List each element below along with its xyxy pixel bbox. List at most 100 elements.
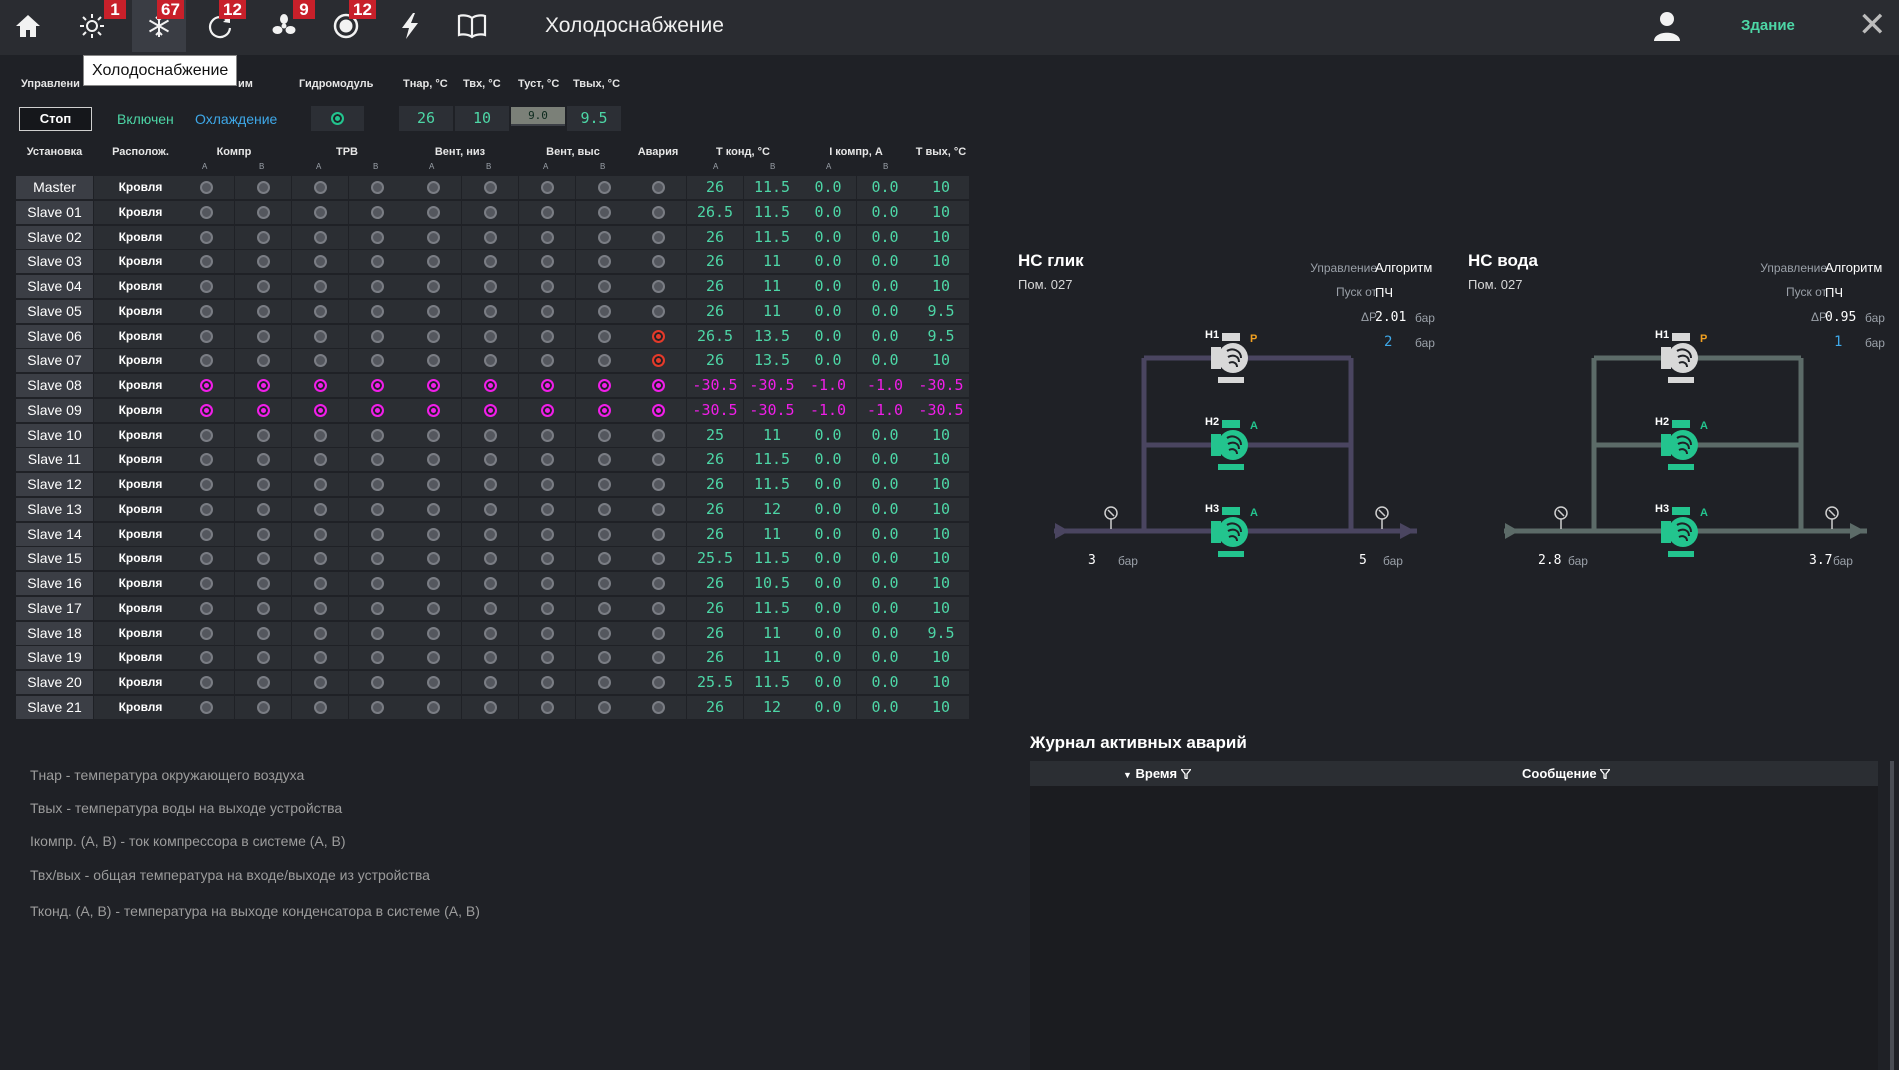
pump-1[interactable]: [1208, 333, 1254, 388]
nav-cooling[interactable]: 67: [132, 0, 186, 52]
station-room: Пом. 027: [1018, 277, 1073, 292]
table-row[interactable]: Slave 20 Кровля 25.5 11.5 0.0 0.0 10: [16, 671, 969, 694]
value-iA: 0.0: [800, 200, 856, 224]
table-row[interactable]: Slave 14 Кровля 26 11 0.0 0.0 10: [16, 522, 969, 546]
pump-icon: [1208, 420, 1254, 475]
table-row[interactable]: Slave 01 Кровля 26.5 11.5 0.0 0.0 10: [16, 200, 969, 224]
table-row[interactable]: Slave 03 Кровля 26 11 0.0 0.0 10: [16, 250, 969, 274]
fan-low-b-led: [483, 205, 497, 219]
building-link[interactable]: Здание: [1741, 17, 1795, 34]
unit-name[interactable]: Slave 13: [16, 497, 93, 521]
filter-icon[interactable]: [1598, 768, 1612, 781]
comp-a-led: [199, 552, 213, 566]
fan-high-b-led: [597, 527, 611, 541]
unit-name[interactable]: Slave 09: [16, 398, 93, 422]
pump-2[interactable]: [1208, 420, 1254, 475]
t-setpoint-input[interactable]: 9.0: [511, 107, 565, 126]
unit-name[interactable]: Slave 21: [16, 695, 93, 719]
fan-high-b-led-cell: [576, 398, 632, 422]
nav-fans[interactable]: 9: [262, 0, 315, 52]
alarm-led-cell: [630, 646, 686, 670]
pump-3[interactable]: [1208, 507, 1254, 562]
nav-power[interactable]: [388, 0, 432, 52]
subheader-a: A: [826, 162, 832, 171]
table-row[interactable]: Slave 09 Кровля -30.5 -30.5 -1.0 -1.0 -30.5: [16, 398, 969, 422]
table-row[interactable]: Slave 12 Кровля 26 11.5 0.0 0.0 10: [16, 473, 969, 496]
unit-name[interactable]: Slave 08: [16, 374, 93, 397]
fan-high-a-led-cell: [519, 324, 575, 348]
table-row[interactable]: Slave 15 Кровля 25.5 11.5 0.0 0.0 10: [16, 547, 969, 571]
sort-time-button[interactable]: ▼ Время: [1123, 766, 1193, 781]
comp-a-led: [199, 354, 213, 368]
table-row[interactable]: Slave 08 Кровля -30.5 -30.5 -1.0 -1.0 -30.5: [16, 374, 969, 397]
unit-name[interactable]: Slave 19: [16, 646, 93, 670]
nav-docs[interactable]: [450, 0, 494, 52]
unit-name[interactable]: Slave 11: [16, 448, 93, 472]
t-out-value: 9.5: [567, 106, 621, 131]
unit-name[interactable]: Slave 05: [16, 299, 93, 323]
alarm-led-cell: [630, 225, 686, 249]
control-label: Управление: [1760, 261, 1827, 275]
mode-text[interactable]: Охлаждение: [195, 111, 277, 127]
close-icon[interactable]: ✕: [1858, 6, 1887, 44]
unit-name[interactable]: Slave 03: [16, 250, 93, 274]
table-row[interactable]: Slave 04 Кровля 26 11 0.0 0.0 10: [16, 275, 969, 298]
pump-2[interactable]: [1658, 420, 1704, 475]
nav-home[interactable]: [6, 0, 50, 52]
unit-name[interactable]: Slave 14: [16, 522, 93, 546]
table-row[interactable]: Slave 02 Кровля 26 11.5 0.0 0.0 10: [16, 225, 969, 249]
fan-high-b-led: [597, 255, 611, 269]
fan-low-a-led: [426, 577, 440, 590]
unit-name[interactable]: Slave 04: [16, 275, 93, 298]
unit-name[interactable]: Slave 18: [16, 621, 93, 645]
filter-icon[interactable]: [1179, 768, 1193, 781]
value-tcB: -30.5: [744, 398, 800, 422]
t-in-header: Твх, °С: [463, 78, 501, 90]
table-row[interactable]: Slave 17 Кровля 26 11.5 0.0 0.0 10: [16, 596, 969, 620]
table-row[interactable]: Slave 21 Кровля 26 12 0.0 0.0 10: [16, 695, 969, 719]
table-row[interactable]: Slave 16 Кровля 26 10.5 0.0 0.0 10: [16, 572, 969, 595]
fan-low-b-led: [483, 502, 497, 516]
unit-name[interactable]: Slave 17: [16, 596, 93, 620]
alarm-led: [651, 379, 665, 392]
table-row[interactable]: Slave 13 Кровля 26 12 0.0 0.0 10: [16, 497, 969, 521]
nav-ventilation-cycle[interactable]: 12: [198, 0, 246, 52]
pump-1[interactable]: [1658, 333, 1704, 388]
unit-name[interactable]: Slave 10: [16, 423, 93, 447]
fan-low-a-led-cell: [405, 398, 461, 422]
unit-name[interactable]: Slave 16: [16, 572, 93, 595]
control-value[interactable]: Алгоритм: [1825, 260, 1882, 275]
unit-name[interactable]: Slave 07: [16, 349, 93, 373]
control-value[interactable]: Алгоритм: [1375, 260, 1432, 275]
unit-name[interactable]: Slave 15: [16, 547, 93, 571]
journal-scrollbar[interactable]: [1890, 761, 1894, 1070]
stop-button[interactable]: Стоп: [19, 107, 92, 131]
table-row[interactable]: Master Кровля 26 11.5 0.0 0.0 10: [16, 176, 969, 199]
table-row[interactable]: Slave 19 Кровля 26 11 0.0 0.0 10: [16, 646, 969, 670]
message-column-button[interactable]: Сообщение: [1522, 766, 1612, 781]
nav-heating[interactable]: 1: [70, 0, 126, 52]
pump-icon: [1658, 420, 1704, 475]
table-row[interactable]: Slave 10 Кровля 25 11 0.0 0.0 10: [16, 423, 969, 447]
unit-name[interactable]: Slave 06: [16, 324, 93, 348]
table-row[interactable]: Slave 18 Кровля 26 11 0.0 0.0 9.5: [16, 621, 969, 645]
unit-name[interactable]: Slave 20: [16, 671, 93, 694]
fan-low-b-led-cell: [462, 572, 518, 595]
table-row[interactable]: Slave 05 Кровля 26 11 0.0 0.0 9.5: [16, 299, 969, 323]
value-tcA: 26: [687, 646, 743, 670]
table-row[interactable]: Slave 11 Кровля 26 11.5 0.0 0.0 10: [16, 448, 969, 472]
alarm-led-cell: [630, 423, 686, 447]
pump-3[interactable]: [1658, 507, 1704, 562]
nav-equipment[interactable]: 12: [324, 0, 376, 52]
user-icon[interactable]: [1650, 8, 1684, 44]
fan-high-a-led-cell: [519, 374, 575, 397]
unit-name[interactable]: Master: [16, 176, 93, 199]
unit-name[interactable]: Slave 01: [16, 200, 93, 224]
subheader-a: A: [429, 162, 435, 171]
fan-high-a-led-cell: [519, 646, 575, 670]
unit-name[interactable]: Slave 02: [16, 225, 93, 249]
table-row[interactable]: Slave 07 Кровля 26 13.5 0.0 0.0 10: [16, 349, 969, 373]
comp-b-led: [256, 403, 270, 417]
table-row[interactable]: Slave 06 Кровля 26.5 13.5 0.0 0.0 9.5: [16, 324, 969, 348]
unit-name[interactable]: Slave 12: [16, 473, 93, 496]
